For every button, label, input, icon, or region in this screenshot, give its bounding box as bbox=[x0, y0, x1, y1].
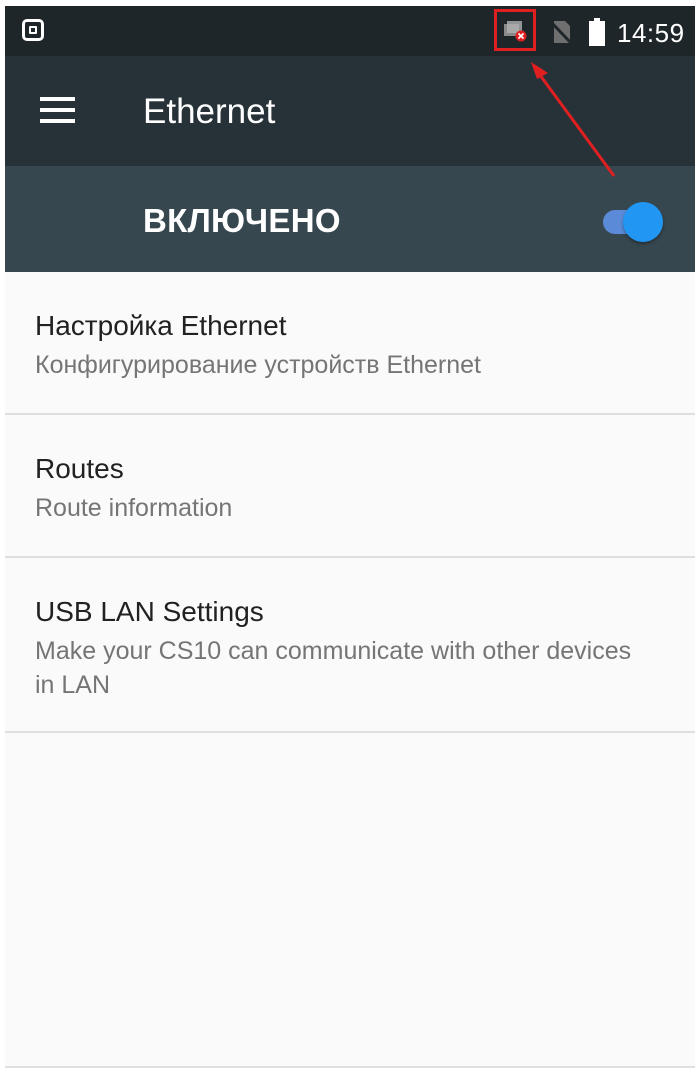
toggle-thumb bbox=[623, 202, 663, 242]
page-title: Ethernet bbox=[143, 92, 276, 131]
ethernet-toggle[interactable] bbox=[599, 202, 663, 242]
item-title: Настройка Ethernet bbox=[35, 310, 287, 341]
hamburger-menu-icon[interactable] bbox=[40, 97, 75, 130]
switch-label: ВКЛЮЧЕНО bbox=[143, 202, 341, 239]
item-title: Routes bbox=[35, 453, 124, 484]
status-bar: 14:59 bbox=[5, 6, 695, 56]
clock: 14:59 bbox=[617, 18, 685, 48]
screenshot-icon bbox=[22, 19, 44, 41]
battery-icon bbox=[589, 18, 605, 46]
settings-list: Настройка Ethernet Конфигурирование устр… bbox=[5, 272, 695, 733]
item-summary: Route information bbox=[35, 494, 233, 522]
screen: 14:59 Ethernet ВКЛЮЧЕНО Настройка Ethern… bbox=[5, 6, 695, 1068]
list-item-ethernet-settings[interactable]: Настройка Ethernet Конфигурирование устр… bbox=[5, 272, 695, 415]
ethernet-disconnected-icon bbox=[494, 9, 536, 51]
no-sim-icon bbox=[549, 20, 573, 45]
item-title: USB LAN Settings bbox=[35, 596, 264, 627]
toolbar: Ethernet bbox=[5, 56, 695, 166]
list-item-routes[interactable]: Routes Route information bbox=[5, 415, 695, 558]
item-summary: Make your CS10 can communicate with othe… bbox=[35, 637, 632, 699]
item-summary: Конфигурирование устройств Ethernet bbox=[35, 351, 481, 379]
ethernet-switch-bar[interactable]: ВКЛЮЧЕНО bbox=[5, 166, 695, 272]
list-item-usb-lan-settings[interactable]: USB LAN Settings Make your CS10 can comm… bbox=[5, 558, 695, 733]
